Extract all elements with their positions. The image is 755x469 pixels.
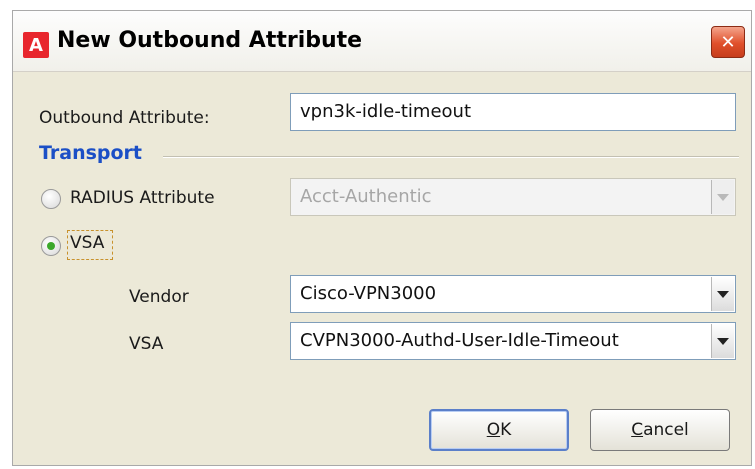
cancel-mnemonic: C	[631, 420, 644, 440]
vendor-label: Vendor	[129, 287, 189, 307]
outbound-attribute-input[interactable]: vpn3k-idle-timeout	[290, 93, 736, 131]
transport-group-title: Transport	[39, 142, 143, 164]
app-logo-icon: A	[23, 32, 49, 58]
vsa-radio-label[interactable]: VSA	[70, 233, 104, 253]
cancel-button[interactable]: Cancel	[590, 409, 730, 451]
ok-mnemonic: O	[486, 420, 501, 440]
close-icon: ✕	[720, 31, 736, 53]
vsa-select[interactable]: CVPN3000-Authd-User-Idle-Timeout	[290, 322, 736, 360]
radio-selected-dot	[47, 242, 55, 250]
vsa-value: CVPN3000-Authd-User-Idle-Timeout	[300, 330, 619, 351]
chevron-down-icon	[717, 290, 729, 298]
vendor-select[interactable]: Cisco-VPN3000	[290, 275, 736, 313]
chevron-down-icon	[717, 193, 729, 201]
chevron-down-icon	[717, 337, 729, 345]
outbound-attribute-value: vpn3k-idle-timeout	[300, 101, 471, 122]
vsa-dropdown-button[interactable]	[711, 324, 734, 358]
title-bar: A New Outbound Attribute ✕	[13, 11, 751, 72]
radius-attribute-radio[interactable]	[41, 189, 61, 209]
ok-button[interactable]: OK	[429, 409, 569, 451]
vendor-dropdown-button[interactable]	[711, 277, 734, 311]
cancel-label-rest: ancel	[643, 420, 689, 440]
dialog-title: New Outbound Attribute	[57, 28, 363, 53]
radius-attribute-label[interactable]: RADIUS Attribute	[70, 188, 215, 208]
ok-label-rest: K	[500, 420, 512, 440]
vsa-radio[interactable]	[41, 236, 61, 256]
outbound-attribute-label: Outbound Attribute:	[39, 108, 210, 128]
vendor-value: Cisco-VPN3000	[300, 283, 437, 304]
close-button[interactable]: ✕	[711, 26, 745, 58]
app-logo-letter: A	[29, 34, 43, 56]
vsa-label: VSA	[129, 334, 164, 354]
new-outbound-attribute-dialog: A New Outbound Attribute ✕ Outbound Attr…	[12, 10, 752, 466]
radius-dropdown-button	[711, 180, 734, 214]
transport-group-divider	[163, 156, 739, 158]
radius-attribute-select: Acct-Authentic	[290, 178, 736, 216]
radius-attribute-value: Acct-Authentic	[300, 186, 432, 207]
